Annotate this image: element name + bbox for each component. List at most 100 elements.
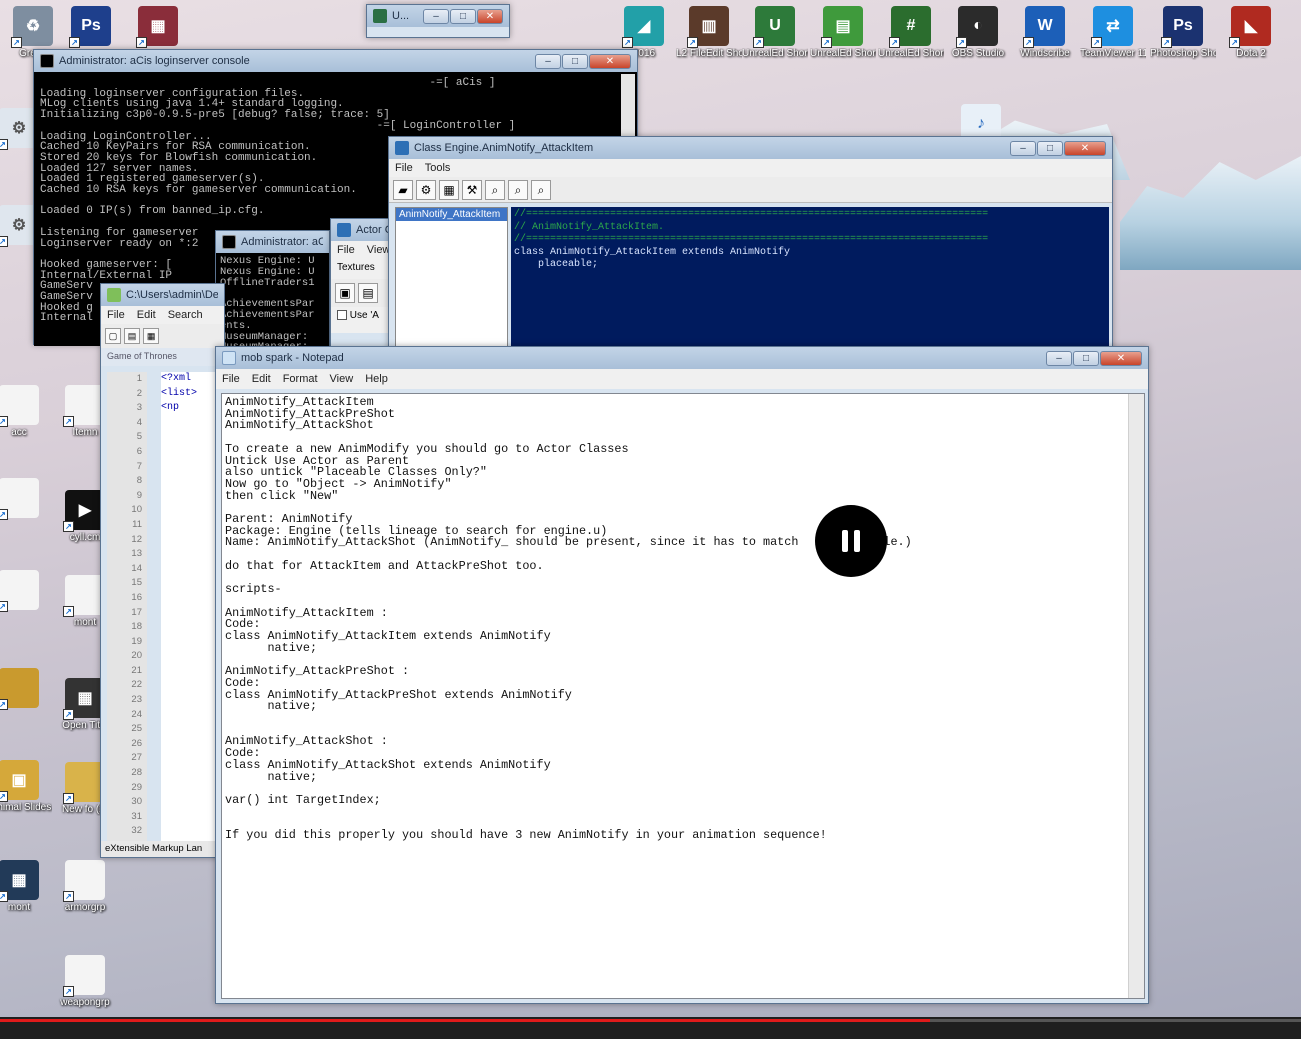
find-icon[interactable]: ⌕ (485, 179, 505, 200)
nexus-console-titlebar[interactable]: Administrator: aC (216, 231, 329, 253)
desktop-icon[interactable]: ⇄ ↗ TeamViewer 11 (1080, 6, 1146, 60)
find-next-icon[interactable]: ⌕ (508, 179, 528, 200)
desktop-icon[interactable]: ↗ acc (0, 385, 52, 439)
desktop-icon[interactable]: ◐ ↗ OBS Studio (945, 6, 1011, 60)
save-icon[interactable]: ▦ (143, 328, 160, 344)
desktop-icon[interactable]: #↗UnrealEd Shortcut (878, 6, 944, 60)
menu-item-search[interactable]: Search (168, 309, 203, 321)
new-class-icon[interactable]: ▣ (335, 283, 355, 303)
maximize-button[interactable]: □ (450, 8, 476, 24)
desktop-icon[interactable]: W ↗ Windscribe (1012, 6, 1078, 60)
notepadpp-titlebar[interactable]: C:\Users\admin\De (101, 284, 224, 306)
minimize-button[interactable]: – (1046, 350, 1072, 366)
class-editor-titlebar[interactable]: Class Engine.AnimNotify_AttackItem – □ ✕ (389, 137, 1112, 159)
menu-item-file[interactable]: File (337, 244, 355, 256)
maximize-button[interactable]: □ (1073, 350, 1099, 366)
menu-item-format[interactable]: Format (283, 373, 318, 385)
close-button[interactable]: ✕ (1064, 140, 1106, 156)
desktop-icon[interactable]: Ps↗Photoshop Shortcut (1150, 6, 1216, 60)
line-number: 21 (131, 664, 142, 676)
desktop-icon[interactable]: Ps ↗ (58, 6, 124, 48)
text-line: scripts- (225, 582, 282, 597)
menu-item-edit[interactable]: Edit (252, 373, 271, 385)
text-line: Now go to "Object -> AnimNotify" (225, 476, 452, 491)
maximize-button[interactable]: □ (562, 53, 588, 69)
app-icon: ↗ (0, 668, 39, 710)
menu-item-file[interactable]: File (222, 373, 240, 385)
class-editor-window[interactable]: Class Engine.AnimNotify_AttackItem – □ ✕… (388, 136, 1113, 351)
open-folder-icon[interactable]: ▤ (358, 283, 379, 303)
app-icon: Ps ↗ (1161, 6, 1203, 48)
desktop-icon[interactable]: ↗ (0, 570, 52, 612)
desktop-icon[interactable]: ▣↗Minimal Slides (0, 760, 52, 814)
desktop-icon[interactable]: ↗ (0, 668, 52, 710)
line-number: 22 (131, 679, 142, 691)
find-prev-icon[interactable]: ⌕ (531, 179, 551, 200)
app-icon: ▦ ↗ (0, 860, 39, 902)
close-button[interactable]: ✕ (589, 53, 631, 69)
desktop-icon[interactable]: ↗ weapongrp (52, 955, 118, 1009)
open-icon[interactable]: ▰ (393, 179, 413, 200)
notepadpp-tab[interactable]: Game of Thrones (101, 348, 224, 366)
text-line: class AnimNotify_AttackShot extends Anim… (225, 757, 551, 772)
desktop-icon[interactable]: ▤↗UnrealEd Shortcut (3) (810, 6, 876, 60)
tools-icon[interactable]: ⚒ (462, 179, 482, 200)
compile-icon[interactable]: ⚙ (416, 179, 436, 200)
mini-window-title: U... (392, 10, 410, 22)
menu-item-edit[interactable]: Edit (137, 309, 156, 321)
class-list[interactable]: AnimNotify_AttackItem (395, 207, 508, 347)
shortcut-arrow-icon: ↗ (956, 37, 967, 48)
notepadpp-window[interactable]: C:\Users\admin\De File Edit Search ▢ ▤ ▦ G… (100, 283, 225, 858)
minimize-button[interactable]: – (423, 8, 449, 24)
shortcut-arrow-icon: ↗ (687, 37, 698, 48)
minimize-button[interactable]: – (1010, 140, 1036, 156)
desktop-icon[interactable]: ▦ ↗ (125, 6, 191, 48)
desktop-icon[interactable]: ▦ ↗ mont (0, 860, 52, 914)
notepad-window[interactable]: mob spark - Notepad – □ ✕ File Edit Format… (215, 346, 1149, 1004)
code-line: // AnimNotify_AttackItem. (514, 221, 665, 233)
line-number: 9 (136, 489, 142, 501)
console-line: ents. (220, 319, 252, 332)
save-icon[interactable]: ▦ (439, 179, 459, 200)
notepad-text[interactable]: AnimNotify_AttackItem AnimNotify_AttackPr… (222, 394, 1144, 842)
video-progress-bar[interactable] (0, 1017, 1301, 1039)
notepadpp-statusbar: eXtensible Markup Lan (101, 841, 224, 857)
desktop-icon[interactable]: ▥↗L2 FileEdit Shortcut (676, 6, 742, 60)
menu-item-file[interactable]: File (107, 309, 125, 321)
notepad-editor[interactable]: AnimNotify_AttackItem AnimNotify_AttackPr… (221, 393, 1145, 999)
menu-item-file[interactable]: File (395, 162, 413, 174)
line-number: 24 (131, 708, 142, 720)
class-code-pane[interactable]: //======================================… (511, 207, 1109, 347)
maximize-button[interactable]: □ (1037, 140, 1063, 156)
notepad-scrollbar[interactable] (1128, 394, 1144, 998)
mini-window[interactable]: U... – □ ✕ (366, 4, 510, 38)
notepad-menubar: File Edit Format View Help (216, 369, 1148, 389)
shortcut-arrow-icon: ↗ (63, 606, 74, 617)
open-folder-icon[interactable]: ▤ (124, 328, 141, 344)
menu-item-tools[interactable]: Tools (425, 162, 451, 174)
new-file-icon[interactable]: ▢ (105, 328, 121, 344)
menu-item-view[interactable]: View (330, 373, 354, 385)
desktop-icon[interactable]: U↗UnrealEd Shortcut (2) (742, 6, 808, 60)
nexus-console-output: Nexus Engine: U Nexus Engine: U OfflineTra… (216, 253, 329, 347)
notepad-titlebar[interactable]: mob spark - Notepad – □ ✕ (216, 347, 1148, 369)
mini-window-titlebar[interactable]: U... – □ ✕ (367, 5, 509, 27)
desktop-icon-label: armorgrp (64, 902, 106, 913)
nexus-console-window[interactable]: Administrator: aC Nexus Engine: U Nexus E… (215, 230, 330, 348)
desktop-icon[interactable]: ↗ (0, 478, 52, 520)
menu-item-view[interactable]: View (367, 244, 391, 256)
console-titlebar[interactable]: Administrator: aCis loginserver console … (34, 50, 637, 72)
close-button[interactable]: ✕ (1100, 350, 1142, 366)
pause-button[interactable] (815, 505, 887, 577)
line-number: 10 (131, 504, 142, 516)
desktop-icon[interactable]: ◣ ↗ Dota 2 (1218, 6, 1284, 60)
menu-item-help[interactable]: Help (365, 373, 388, 385)
notepadpp-editor[interactable]: <?xml <list> <np (161, 372, 221, 842)
desktop-icon[interactable]: ↗ armorgrp (52, 860, 118, 914)
text-line: var() int TargetIndex; (225, 792, 381, 807)
class-list-item-selected[interactable]: AnimNotify_AttackItem (396, 208, 507, 221)
close-button[interactable]: ✕ (477, 8, 503, 24)
line-number: 16 (131, 591, 142, 603)
minimize-button[interactable]: – (535, 53, 561, 69)
use-actor-checkbox[interactable] (337, 310, 347, 321)
